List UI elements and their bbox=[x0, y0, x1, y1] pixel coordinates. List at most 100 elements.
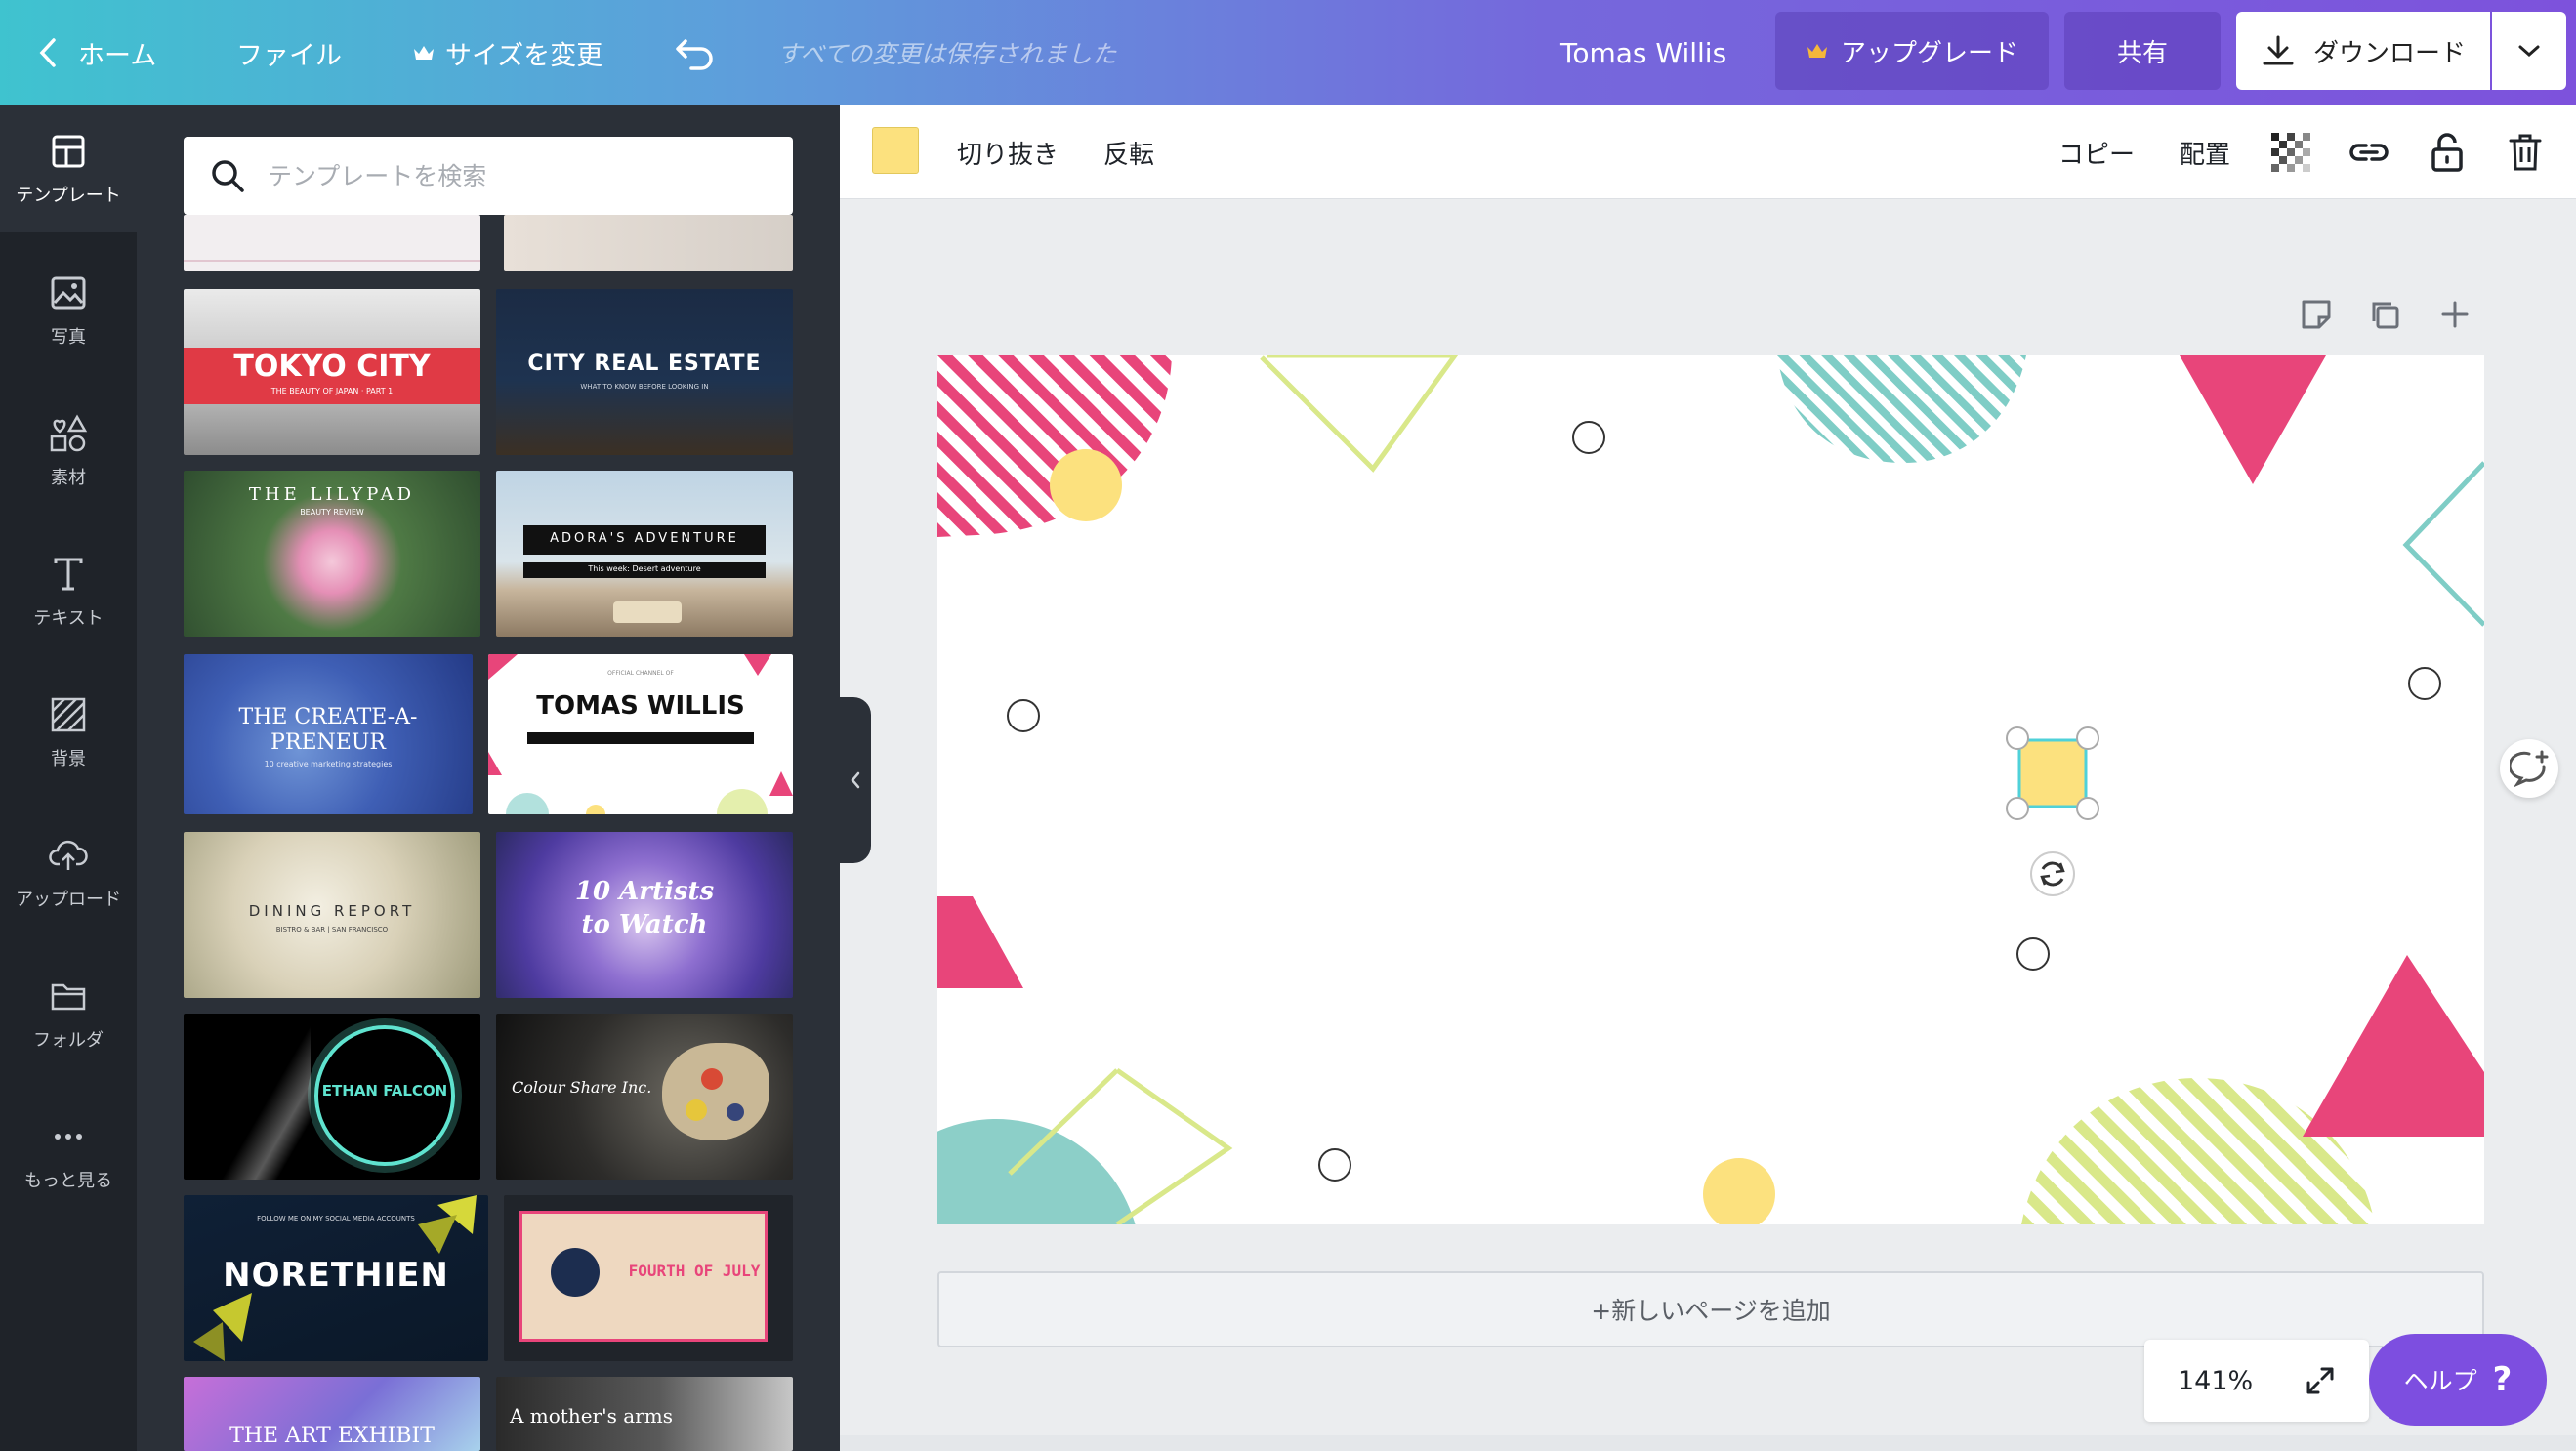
collapse-panel-button[interactable] bbox=[840, 697, 871, 863]
rail-background[interactable]: 背景 bbox=[0, 669, 137, 796]
rail-more[interactable]: もっと見る bbox=[0, 1091, 137, 1218]
template-title: 10 Artists to Watch bbox=[574, 877, 715, 939]
template-10-artists[interactable]: 10 Artists to Watch bbox=[496, 832, 793, 998]
template-adoras-adventure[interactable]: ADORA'S ADVENTURE This week: Desert adve… bbox=[496, 471, 793, 637]
template-title: NORETHIEN bbox=[223, 1256, 449, 1295]
resize-button[interactable]: サイズを変更 bbox=[412, 0, 602, 105]
plus-icon bbox=[2441, 301, 2469, 328]
add-new-page-button[interactable]: +新しいページを追加 bbox=[937, 1271, 2484, 1347]
link-button[interactable] bbox=[2346, 129, 2392, 176]
template-subtitle: THE BEAUTY OF JAPAN · PART 1 bbox=[270, 387, 394, 395]
rail-label: 背景 bbox=[51, 749, 86, 769]
template-norethien[interactable]: FOLLOW ME ON MY SOCIAL MEDIA ACCOUNTS NO… bbox=[184, 1195, 488, 1361]
photo-icon bbox=[51, 276, 86, 310]
help-button[interactable]: ヘルプ ? bbox=[2369, 1334, 2547, 1426]
search-icon bbox=[212, 160, 244, 192]
template-create-a-preneur[interactable]: THE CREATE-A-PRENEUR 10 creative marketi… bbox=[184, 654, 473, 814]
template-lilypad[interactable]: THE LILYPAD BEAUTY REVIEW bbox=[184, 471, 480, 637]
share-button[interactable]: 共有 bbox=[2064, 12, 2221, 90]
duplicate-icon bbox=[2372, 302, 2399, 329]
rail-uploads[interactable]: アップロード bbox=[0, 809, 137, 936]
top-bar: ホーム ファイル サイズを変更 すべての変更は保存されました Tomas Wil… bbox=[0, 0, 2576, 105]
undo-icon bbox=[676, 39, 713, 70]
pink-triangle-left bbox=[937, 896, 1023, 988]
template-title: ETHAN FALCON bbox=[321, 1082, 448, 1099]
lock-icon bbox=[2431, 133, 2463, 172]
rail-label: フォルダ bbox=[33, 1030, 104, 1051]
design-canvas[interactable] bbox=[937, 355, 2484, 1224]
download-button[interactable]: ダウンロード bbox=[2236, 12, 2490, 90]
rail-label: 素材 bbox=[51, 468, 86, 488]
template-thumb[interactable] bbox=[504, 215, 793, 271]
template-title: CITY REAL ESTATE bbox=[527, 352, 762, 376]
template-subtitle: This week: Desert adventure bbox=[588, 564, 701, 573]
template-dining-report[interactable]: DINING REPORT BISTRO & BAR | SAN FRANCIS… bbox=[184, 832, 480, 998]
page-notes-button[interactable] bbox=[2295, 293, 2338, 336]
pink-triangle-top bbox=[2180, 355, 2326, 484]
delete-button[interactable] bbox=[2502, 129, 2549, 176]
teal-outline-diamond bbox=[2402, 461, 2484, 627]
transparency-button[interactable] bbox=[2267, 129, 2314, 176]
rail-label: テンプレート bbox=[16, 186, 121, 206]
comment-add-icon bbox=[2510, 750, 2549, 787]
crop-button[interactable]: 切り抜き bbox=[957, 105, 1059, 199]
template-thumb[interactable] bbox=[184, 215, 480, 271]
arrange-label: 配置 bbox=[2180, 140, 2231, 170]
crown-icon bbox=[1807, 44, 1827, 58]
zoom-control[interactable]: 141% bbox=[2144, 1340, 2369, 1422]
chevron-left-icon bbox=[851, 771, 860, 789]
template-search[interactable] bbox=[184, 137, 793, 215]
file-menu[interactable]: ファイル bbox=[236, 0, 342, 105]
help-label: ヘルプ bbox=[2403, 1367, 2477, 1395]
template-title: TOKYO CITY bbox=[233, 350, 431, 384]
lock-button[interactable] bbox=[2424, 129, 2471, 176]
rail-folders[interactable]: フォルダ bbox=[0, 950, 137, 1077]
rail-elements[interactable]: 素材 bbox=[0, 388, 137, 515]
upgrade-label: アップグレード bbox=[1840, 38, 2018, 68]
undo-button[interactable] bbox=[674, 0, 717, 105]
teal-stripe-shape bbox=[1777, 355, 2026, 463]
trash-icon bbox=[2509, 134, 2542, 171]
add-page-button[interactable] bbox=[2433, 293, 2476, 336]
template-tomas-willis[interactable]: OFFICIAL CHANNEL OF TOMAS WILLIS bbox=[488, 654, 793, 814]
arrange-button[interactable]: 配置 bbox=[2180, 105, 2230, 199]
lime-outline-triangle bbox=[1260, 355, 1459, 473]
download-label: ダウンロード bbox=[2312, 38, 2466, 68]
file-label: ファイル bbox=[236, 40, 342, 71]
flip-button[interactable]: 反転 bbox=[1103, 105, 1154, 199]
comment-button[interactable] bbox=[2500, 739, 2558, 798]
layout-icon bbox=[52, 135, 85, 168]
template-title: THE CREATE-A-PRENEUR bbox=[238, 705, 418, 755]
duplicate-page-button[interactable] bbox=[2363, 293, 2406, 336]
download-icon bbox=[2263, 35, 2294, 65]
teal-circle bbox=[937, 1119, 1136, 1224]
rail-templates[interactable]: テンプレート bbox=[0, 105, 137, 232]
template-mothers-arms[interactable]: A mother's arms bbox=[496, 1377, 793, 1451]
side-rail: テンプレート 写真 素材 テキスト 背景 アップロード フォルダ もっと見る bbox=[0, 105, 137, 1451]
template-title: ADORA'S ADVENTURE bbox=[550, 531, 739, 546]
template-art-exhibit[interactable]: THE ART EXHIBIT bbox=[184, 1377, 480, 1451]
copy-style-button[interactable]: コピー bbox=[2058, 105, 2135, 199]
crown-icon bbox=[414, 46, 434, 60]
flip-label: 反転 bbox=[1103, 140, 1155, 170]
template-fourth-of-july[interactable]: FOURTH OF JULY bbox=[504, 1195, 793, 1361]
template-city-real-estate[interactable]: CITY REAL ESTATE WHAT TO KNOW BEFORE LOO… bbox=[496, 289, 793, 455]
yellow-dot bbox=[1050, 449, 1122, 521]
share-label: 共有 bbox=[2116, 38, 2168, 68]
home-button[interactable]: ホーム bbox=[37, 0, 156, 105]
upload-icon bbox=[49, 840, 88, 870]
template-title: THE LILYPAD bbox=[248, 484, 416, 505]
upgrade-button[interactable]: アップグレード bbox=[1775, 12, 2049, 90]
color-swatch[interactable] bbox=[872, 127, 919, 174]
rail-photos[interactable]: 写真 bbox=[0, 247, 137, 374]
rail-text[interactable]: テキスト bbox=[0, 528, 137, 655]
template-ethan-falcon[interactable]: ETHAN FALCON bbox=[184, 1014, 480, 1180]
user-name[interactable]: Tomas Willis bbox=[1560, 0, 1726, 105]
home-label: ホーム bbox=[78, 40, 157, 71]
template-subtitle: BEAUTY REVIEW bbox=[300, 508, 364, 517]
template-search-input[interactable] bbox=[268, 161, 775, 190]
template-colour-share[interactable]: Colour Share Inc. bbox=[496, 1014, 793, 1180]
template-tokyo-city[interactable]: TOKYO CITY THE BEAUTY OF JAPAN · PART 1 bbox=[184, 289, 480, 455]
transparency-icon bbox=[2271, 133, 2310, 172]
download-options-button[interactable] bbox=[2492, 12, 2566, 90]
